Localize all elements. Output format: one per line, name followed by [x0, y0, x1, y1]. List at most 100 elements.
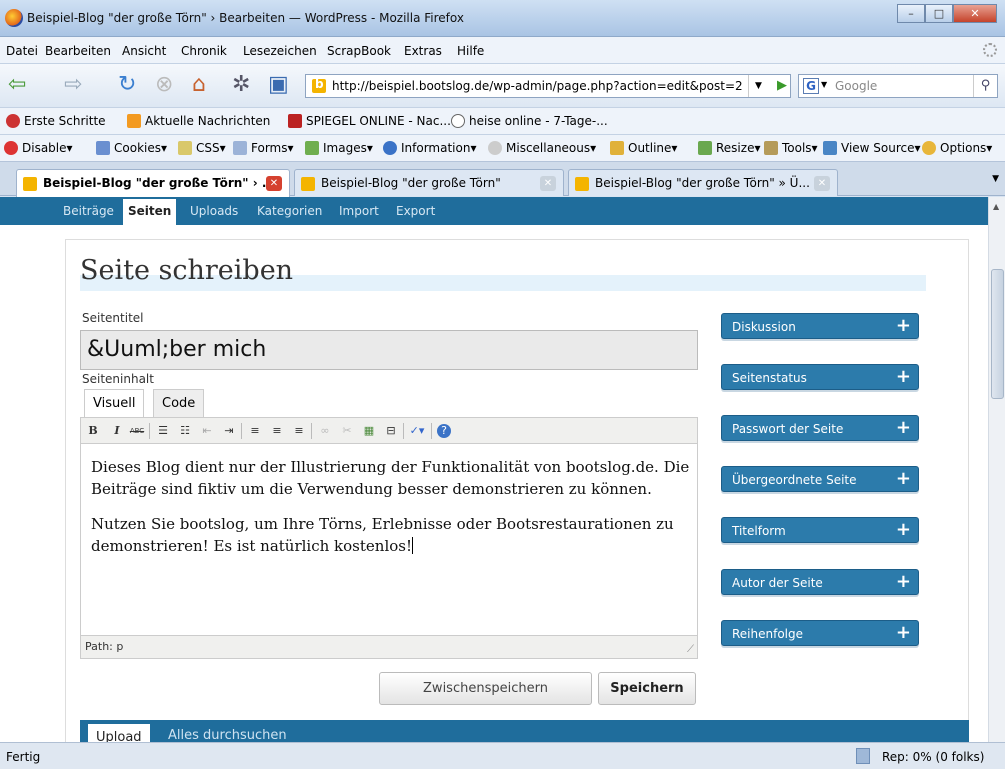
more-tag-icon[interactable]: ⊟ — [383, 423, 399, 439]
numbered-list-icon[interactable]: ☷ — [177, 423, 193, 439]
back-icon[interactable]: ⇦ — [8, 74, 26, 96]
tab-edit[interactable]: Beispiel-Blog "der große Törn" › ... ✕ — [16, 169, 290, 197]
minimize-button[interactable]: – — [897, 4, 925, 23]
scroll-up-icon[interactable]: ▲ — [993, 202, 999, 211]
dev-images[interactable]: Images▾ — [305, 141, 373, 155]
bookmark-erste-schritte[interactable]: Erste Schritte — [6, 114, 106, 128]
scroll-thumb[interactable] — [991, 269, 1004, 399]
tab-blog[interactable]: Beispiel-Blog "der große Törn" ✕ — [294, 169, 564, 196]
nav-export[interactable]: Export — [396, 204, 435, 218]
forward-icon[interactable]: ⇨ — [64, 74, 82, 96]
title-label: Seitentitel — [82, 311, 144, 325]
tab-about[interactable]: Beispiel-Blog "der große Törn" » Ü... ✕ — [568, 169, 838, 196]
dev-disable[interactable]: Disable▾ — [4, 141, 73, 155]
save-button[interactable]: Speichern — [598, 672, 696, 705]
status-indicator-icon — [856, 748, 870, 764]
sidebox-titelform[interactable]: Titelform + — [721, 517, 919, 543]
menu-chronik[interactable]: Chronik — [181, 44, 227, 58]
nav-uploads[interactable]: Uploads — [190, 204, 238, 218]
nav-seiten[interactable]: Seiten — [123, 199, 177, 225]
url-dropdown-icon[interactable]: ▼ — [748, 75, 768, 97]
reload-icon[interactable]: ↻ — [118, 74, 136, 96]
bookmark-heise[interactable]: heise online - 7-Tage-... — [451, 114, 608, 128]
screenshot-icon[interactable]: ▣ — [268, 74, 289, 96]
sidebox-uebergeordnet[interactable]: Übergeordnete Seite + — [721, 466, 919, 492]
bold-icon[interactable]: B — [85, 423, 101, 439]
dev-forms[interactable]: Forms▾ — [233, 141, 294, 155]
align-center-icon[interactable]: ≡ — [269, 423, 285, 439]
stop-icon[interactable]: ⊗ — [155, 74, 173, 96]
close-button[interactable]: ✕ — [953, 4, 997, 23]
indent-icon[interactable]: ⇥ — [221, 423, 237, 439]
dev-view-source[interactable]: View Source▾ — [823, 141, 921, 155]
nav-kategorien[interactable]: Kategorien — [257, 204, 322, 218]
dev-tools[interactable]: Tools▾ — [764, 141, 818, 155]
bookmarks-toolbar: Erste Schritte Aktuelle Nachrichten SPIE… — [0, 108, 1005, 135]
dev-miscellaneous[interactable]: Miscellaneous▾ — [488, 141, 596, 155]
editor-content[interactable]: Dieses Blog dient nur der Illustrierung … — [91, 456, 691, 570]
vertical-scrollbar[interactable]: ▲ — [988, 197, 1005, 742]
tab-close-icon[interactable]: ✕ — [266, 176, 282, 191]
maximize-button[interactable]: □ — [925, 4, 953, 23]
tab-list-icon[interactable]: ▼ — [992, 174, 999, 184]
address-bar[interactable]: http://beispiel.bootslog.de/wp-admin/pag… — [305, 74, 791, 98]
search-engine-dropdown-icon[interactable]: ▼ — [821, 80, 827, 89]
dev-information[interactable]: Information▾ — [383, 141, 477, 155]
italic-icon[interactable]: I — [109, 423, 125, 439]
outdent-icon[interactable]: ⇤ — [199, 423, 215, 439]
tab-upload[interactable]: Upload — [88, 724, 150, 742]
sidebox-autor[interactable]: Autor der Seite + — [721, 569, 919, 595]
menu-ansicht[interactable]: Ansicht — [122, 44, 166, 58]
rich-text-editor[interactable]: B I ABC ☰ ☷ ⇤ ⇥ ≡ ≡ ≡ ∞ ✂ ▦ ⊟ ✓▾ ? Diese… — [80, 417, 698, 659]
tab-code[interactable]: Code — [153, 389, 205, 417]
align-left-icon[interactable]: ≡ — [247, 423, 263, 439]
menu-hilfe[interactable]: Hilfe — [457, 44, 484, 58]
image-icon[interactable]: ▦ — [361, 423, 377, 439]
sidebox-seitenstatus[interactable]: Seitenstatus + — [721, 364, 919, 390]
dev-outline[interactable]: Outline▾ — [610, 141, 677, 155]
align-right-icon[interactable]: ≡ — [291, 423, 307, 439]
content-paragraph: Dieses Blog dient nur der Illustrierung … — [91, 458, 690, 498]
link-icon[interactable]: ∞ — [317, 423, 333, 439]
dev-resize[interactable]: Resize▾ — [698, 141, 760, 155]
google-icon[interactable]: G — [803, 78, 819, 94]
heise-icon — [451, 114, 465, 128]
tab-close-icon[interactable]: ✕ — [814, 176, 830, 191]
sidebox-passwort[interactable]: Passwort der Seite + — [721, 415, 919, 441]
resize-handle-icon[interactable]: ⟋ — [687, 644, 694, 655]
menu-datei[interactable]: Datei — [6, 44, 38, 58]
dev-css[interactable]: CSS▾ — [178, 141, 226, 155]
bookmark-spiegel[interactable]: SPIEGEL ONLINE - Nac... — [288, 114, 451, 128]
search-icon[interactable]: ⚲ — [973, 75, 997, 97]
menu-lesezeichen[interactable]: Lesezeichen — [243, 44, 317, 58]
sidebox-diskussion[interactable]: Diskussion + — [721, 313, 919, 339]
search-box[interactable]: G ▼ Google ⚲ — [798, 74, 998, 98]
menu-bearbeiten[interactable]: Bearbeiten — [45, 44, 111, 58]
tab-close-icon[interactable]: ✕ — [540, 176, 556, 191]
title-input[interactable]: &Uuml;ber mich — [80, 330, 698, 370]
tab-favicon — [301, 177, 315, 191]
dev-cookies[interactable]: Cookies▾ — [96, 141, 167, 155]
nav-beitraege[interactable]: Beiträge — [63, 204, 114, 218]
nav-import[interactable]: Import — [339, 204, 379, 218]
dev-options[interactable]: Options▾ — [922, 141, 992, 155]
css-icon — [178, 141, 192, 155]
tab-visuell[interactable]: Visuell — [84, 389, 145, 417]
plus-icon: + — [895, 571, 911, 592]
help-icon[interactable]: ? — [437, 424, 451, 438]
save-draft-button[interactable]: Zwischenspeichern — [379, 672, 592, 705]
bookmark-nachrichten[interactable]: Aktuelle Nachrichten — [127, 114, 270, 128]
miscellaneous-icon — [488, 141, 502, 155]
menu-extras[interactable]: Extras — [404, 44, 442, 58]
strikethrough-icon[interactable]: ABC — [129, 423, 145, 439]
gear-icon[interactable]: ✲ — [232, 74, 250, 96]
bullet-list-icon[interactable]: ☰ — [155, 423, 171, 439]
tab-alles-durchsuchen[interactable]: Alles durchsuchen — [168, 728, 287, 742]
unlink-icon[interactable]: ✂ — [339, 423, 355, 439]
menu-scrapbook[interactable]: ScrapBook — [327, 44, 391, 58]
sidebox-reihenfolge[interactable]: Reihenfolge + — [721, 620, 919, 646]
spellcheck-icon[interactable]: ✓▾ — [409, 423, 425, 439]
go-icon[interactable]: ▶ — [777, 78, 787, 93]
url-text[interactable]: http://beispiel.bootslog.de/wp-admin/pag… — [332, 79, 743, 93]
home-icon[interactable]: ⌂ — [192, 74, 206, 96]
